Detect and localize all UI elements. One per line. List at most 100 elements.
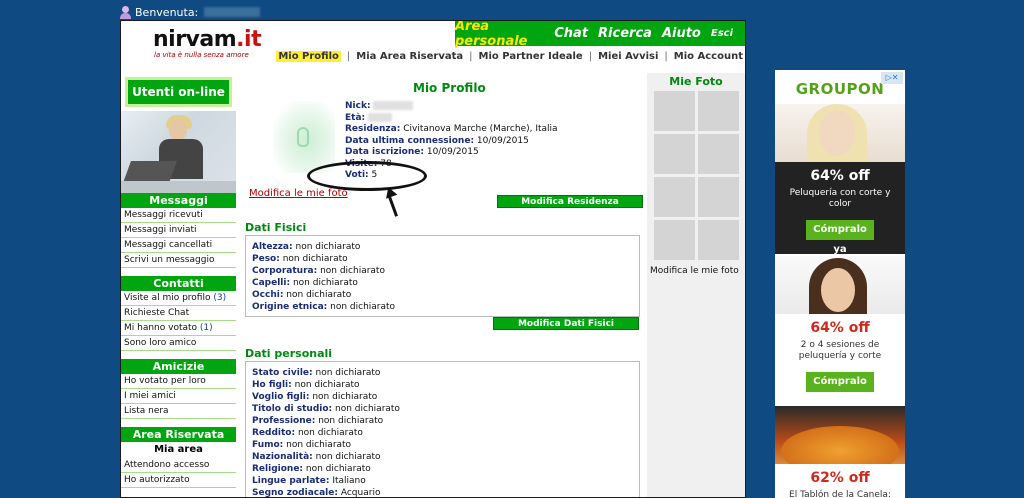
dati-personali-row: Fumo: non dichiarato — [252, 440, 352, 450]
users-online-button[interactable]: Utenti on-line — [125, 77, 232, 107]
sidebar-item-richieste-chat[interactable]: Richieste Chat — [121, 306, 236, 321]
eta-value-blurred — [368, 112, 392, 122]
dati-personali-row: Titolo di studio: non dichiarato — [252, 404, 400, 414]
sidebar-item-miei-amici[interactable]: I miei amici — [121, 389, 236, 404]
sidebar-item-ho-autorizzato[interactable]: Ho autorizzato — [121, 473, 236, 488]
mia-area-subtitle: Mia area — [154, 444, 203, 455]
groupon-ad[interactable]: ▷✕ GROUPON 64% off Peluquería con corte … — [775, 70, 905, 498]
amicizie-section: Amicizie Ho votato per loro I miei amici… — [121, 359, 236, 419]
sidebar-item-visite[interactable]: Visite al mio profilo (3) — [121, 291, 236, 306]
deal-3-image — [775, 406, 905, 464]
deal-2-price: 64% off — [810, 320, 870, 336]
photo-slot[interactable] — [654, 220, 695, 260]
nav-area-personale[interactable]: Area personale — [455, 21, 544, 49]
area-riservata-section: Area Riservata Mia area Attendono access… — [121, 427, 236, 488]
sidebar-item-attendono-accesso[interactable]: Attendono accesso — [121, 458, 236, 473]
sidebar-item-lista-nera[interactable]: Lista nera — [121, 404, 236, 419]
sidebar-photo — [121, 111, 236, 193]
sidebar-item-sono-loro-amico[interactable]: Sono loro amico — [121, 336, 236, 351]
deal-2-desc: 2 o 4 sesiones de peluquería y corte — [798, 340, 882, 361]
left-sidebar: Utenti on-line Messaggi Messaggi ricevut… — [121, 73, 236, 497]
deal-2-image — [775, 256, 905, 314]
iscrizione-value: 10/09/2015 — [426, 147, 479, 157]
sidebar-item-messaggi-inviati[interactable]: Messaggi inviati — [121, 223, 236, 238]
dati-personali-row: Stato civile: non dichiarato — [252, 368, 381, 378]
photo-slot[interactable] — [654, 91, 695, 131]
welcome-bar: Benvenuta: — [120, 4, 261, 20]
nav-aiuto[interactable]: Aiuto — [662, 26, 701, 41]
iscrizione-label: Data iscrizione: — [345, 147, 424, 157]
ad-choices-icon[interactable]: ▷✕ — [881, 72, 903, 84]
dati-personali-row: Lingue parlate: Italiano — [252, 476, 366, 486]
my-photos-title: Mie Foto — [669, 75, 723, 88]
logo-suffix: .it — [236, 27, 262, 52]
dati-fisici-row: Peso: non dichiarato — [252, 254, 348, 264]
subnav-mia-area-riservata[interactable]: Mia Area Riservata — [356, 51, 463, 62]
modifica-residenza-button[interactable]: Modifica Residenza — [497, 195, 643, 208]
nav-esci[interactable]: Esci — [711, 28, 733, 39]
area-riservata-title: Area Riservata — [121, 427, 236, 442]
subnav-miei-avvisi[interactable]: Miei Avvisi — [598, 51, 658, 62]
dati-personali-row: Nazionalità: non dichiarato — [252, 452, 381, 462]
deal-2[interactable]: 64% off 2 o 4 sesiones de peluquería y c… — [775, 256, 905, 407]
deal-1-buy-button[interactable]: Cómpralo ya — [806, 220, 874, 255]
username-blurred — [204, 7, 261, 17]
deal-3[interactable]: 62% off El Tablón de la Canela: — [775, 406, 905, 498]
nick-label: Nick: — [345, 101, 371, 111]
photo-slot[interactable] — [654, 134, 695, 174]
sidebar-item-scrivi-messaggio[interactable]: Scrivi un messaggio — [121, 253, 236, 268]
dati-personali-row: Ho figli: non dichiarato — [252, 380, 360, 390]
photo-slot[interactable] — [698, 177, 739, 217]
sub-nav: Mio Profilo | Mia Area Riservata | Mio Par… — [276, 51, 743, 62]
dati-personali-row: Segno zodiacale: Acquario — [252, 488, 381, 498]
sidebar-item-messaggi-cancellati[interactable]: Messaggi cancellati — [121, 238, 236, 253]
subnav-mio-account[interactable]: Mio Account — [674, 51, 743, 62]
dati-fisici-row: Origine etnica: non dichiarato — [252, 302, 396, 312]
deal-1-image — [775, 104, 905, 162]
dati-fisici-row: Altezza: non dichiarato — [252, 242, 361, 252]
logo-text: nirvam — [153, 27, 237, 52]
dati-personali-box: Stato civile: non dichiarato Ho figli: n… — [245, 361, 640, 498]
photo-grid — [654, 91, 745, 260]
header: nirvam.it la vita è nulla senza amore Ar… — [121, 21, 745, 71]
contatti-title: Contatti — [121, 276, 236, 291]
deal-3-desc: El Tablón de la Canela: — [789, 490, 891, 498]
main-nav: Area personale Chat Ricerca Aiuto Esci — [455, 21, 745, 49]
photo-slot[interactable] — [698, 91, 739, 131]
sidebar-item-messaggi-ricevuti[interactable]: Messaggi ricevuti — [121, 208, 236, 223]
residenza-label: Residenza: — [345, 124, 401, 134]
deal-2-buy-button[interactable]: Cómpralo ya — [806, 372, 874, 407]
logo[interactable]: nirvam.it — [153, 27, 262, 52]
ear-icon — [297, 127, 309, 147]
photo-slot[interactable] — [698, 220, 739, 260]
photo-slot[interactable] — [654, 177, 695, 217]
profile-photo-placeholder[interactable] — [273, 101, 335, 173]
dati-personali-row: Religione: non dichiarato — [252, 464, 371, 474]
modifica-foto-link[interactable]: Modifica le mie foto — [249, 188, 348, 199]
main-content: Mio Profilo Nick: Età: Residenza: Civita… — [243, 73, 643, 498]
amicizie-title: Amicizie — [121, 359, 236, 374]
modifica-foto-right-link[interactable]: Modifica le mie foto — [650, 266, 745, 276]
voti-count: (1) — [199, 323, 213, 333]
site-container: nirvam.it la vita è nulla senza amore Ar… — [120, 20, 746, 498]
welcome-label: Benvenuta: — [135, 5, 199, 19]
dati-fisici-title: Dati Fisici — [245, 221, 307, 234]
sidebar-item-ho-votato[interactable]: Ho votato per loro — [121, 374, 236, 389]
modifica-dati-fisici-button[interactable]: Modifica Dati Fisici — [493, 317, 639, 330]
nav-ricerca[interactable]: Ricerca — [598, 26, 652, 41]
sidebar-item-mi-hanno-votato[interactable]: Mi hanno votato (1) — [121, 321, 236, 336]
dati-fisici-row: Corporatura: non dichiarato — [252, 266, 385, 276]
annotation-arrow-line — [386, 193, 399, 217]
deal-1[interactable]: 64% off Peluquería con corte y color Cóm… — [775, 104, 905, 255]
messaggi-section: Messaggi Messaggi ricevuti Messaggi invi… — [121, 193, 236, 268]
deal-1-price: 64% off — [810, 168, 870, 184]
dati-fisici-row: Capelli: non dichiarato — [252, 278, 358, 288]
dati-personali-row: Voglio figli: non dichiarato — [252, 392, 378, 402]
subnav-mio-partner-ideale[interactable]: Mio Partner Ideale — [479, 51, 583, 62]
deal-3-price: 62% off — [810, 470, 870, 486]
nav-chat[interactable]: Chat — [554, 26, 588, 41]
dati-personali-title: Dati personali — [245, 347, 333, 360]
subnav-mio-profilo[interactable]: Mio Profilo — [276, 51, 341, 62]
photo-slot[interactable] — [698, 134, 739, 174]
ultima-connessione-value: 10/09/2015 — [476, 135, 529, 146]
